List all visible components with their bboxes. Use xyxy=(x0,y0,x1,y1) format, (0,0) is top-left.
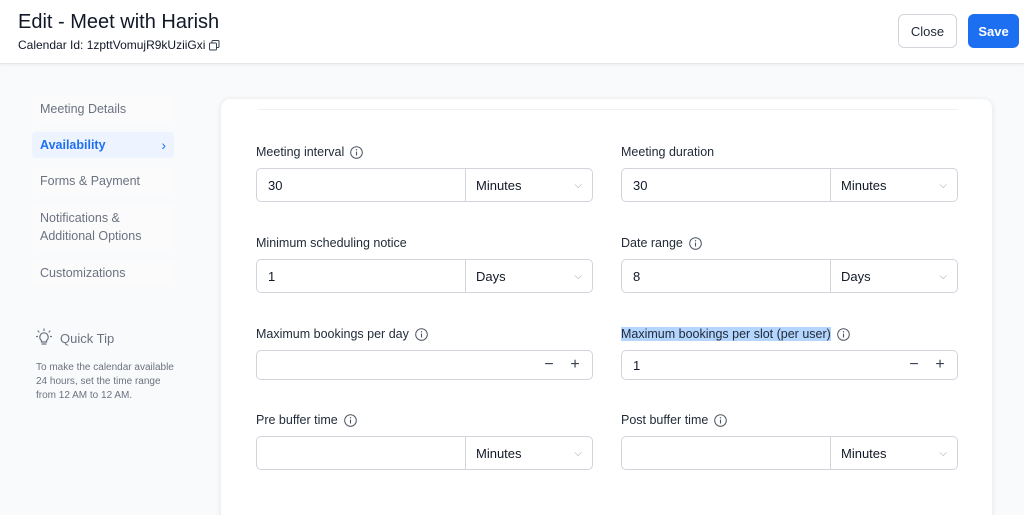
chevron-down-icon: ⌵ xyxy=(939,270,947,282)
info-icon[interactable] xyxy=(343,413,357,427)
min-notice-field: Minimum scheduling notice 1 Days ⌵ xyxy=(256,234,593,293)
meeting-interval-unit-select[interactable]: Minutes ⌵ xyxy=(466,169,592,201)
max-per-day-stepper[interactable]: − + xyxy=(256,350,593,380)
unit-value: Minutes xyxy=(476,177,522,193)
max-per-slot-value[interactable]: 1 xyxy=(633,358,901,373)
unit-value: Minutes xyxy=(476,445,522,461)
unit-value: Days xyxy=(476,268,506,284)
label-text: Minimum scheduling notice xyxy=(256,236,407,250)
post-buffer-unit-select[interactable]: Minutes ⌵ xyxy=(831,437,957,469)
date-range-input-group: 8 Days ⌵ xyxy=(621,259,958,293)
pre-buffer-input-group: Minutes ⌵ xyxy=(256,436,593,470)
post-buffer-input-group: Minutes ⌵ xyxy=(621,436,958,470)
decrement-button[interactable]: − xyxy=(901,356,927,374)
unit-value: Minutes xyxy=(841,445,887,461)
sidebar-item-label: Notifications & Additional Options xyxy=(40,211,142,243)
divider xyxy=(258,109,958,110)
copy-icon[interactable] xyxy=(209,39,220,51)
chevron-down-icon: ⌵ xyxy=(574,270,582,282)
increment-button[interactable]: + xyxy=(927,356,953,374)
increment-button[interactable]: + xyxy=(562,356,588,374)
meeting-interval-input[interactable]: 30 xyxy=(257,169,466,201)
pre-buffer-label: Pre buffer time xyxy=(256,411,593,429)
min-notice-unit-select[interactable]: Days ⌵ xyxy=(466,260,592,292)
quick-tip-text: To make the calendar available 24 hours,… xyxy=(36,362,174,401)
sidebar-item-availability[interactable]: Availability › xyxy=(32,132,174,158)
lightbulb-icon xyxy=(35,328,53,349)
chevron-down-icon: ⌵ xyxy=(939,447,947,459)
max-per-slot-stepper[interactable]: 1 − + xyxy=(621,350,958,380)
info-icon[interactable] xyxy=(415,327,428,341)
quick-tip-title: Quick Tip xyxy=(60,331,115,346)
sidebar-item-label: Meeting Details xyxy=(40,102,127,116)
meeting-duration-label: Meeting duration xyxy=(621,143,958,161)
unit-value: Minutes xyxy=(841,177,887,193)
page-title: Edit - Meet with Harish xyxy=(18,11,220,33)
date-range-label: Date range xyxy=(621,234,958,252)
label-text: Meeting interval xyxy=(256,145,345,159)
date-range-unit-select[interactable]: Days ⌵ xyxy=(831,260,957,292)
close-button[interactable]: Close xyxy=(898,14,957,48)
meeting-interval-input-group: 30 Minutes ⌵ xyxy=(256,168,593,202)
chevron-down-icon: ⌵ xyxy=(574,447,582,459)
max-per-day-label: Maximum bookings per day xyxy=(256,325,593,343)
label-text: Date range xyxy=(621,236,683,250)
page-header: Edit - Meet with Harish Calendar Id: 1zp… xyxy=(0,0,1024,64)
quick-tip: Quick Tip To make the calendar available… xyxy=(35,328,176,403)
label-text: Meeting duration xyxy=(621,145,715,159)
sidebar-item-notifications[interactable]: Notifications & Additional Options xyxy=(32,204,174,250)
meeting-duration-input-group: 30 Minutes ⌵ xyxy=(621,168,958,202)
calendar-id-text: Calendar Id: 1zpttVomujR9kUziiGxi xyxy=(18,38,206,52)
chevron-right-icon: › xyxy=(161,137,166,153)
post-buffer-field: Post buffer time Minutes ⌵ xyxy=(621,411,958,470)
sidebar-item-label: Customizations xyxy=(40,266,126,280)
info-icon[interactable] xyxy=(689,236,702,250)
info-icon[interactable] xyxy=(836,327,850,341)
sidebar-nav: Meeting Details Availability › Forms & P… xyxy=(32,96,174,296)
save-button[interactable]: Save xyxy=(968,14,1019,48)
sidebar-item-meeting-details[interactable]: Meeting Details xyxy=(32,96,174,122)
min-notice-input[interactable]: 1 xyxy=(257,260,466,292)
pre-buffer-unit-select[interactable]: Minutes ⌵ xyxy=(466,437,592,469)
label-text: Maximum bookings per day xyxy=(256,327,409,341)
pre-buffer-field: Pre buffer time Minutes ⌵ xyxy=(256,411,593,470)
pre-buffer-input[interactable] xyxy=(257,437,466,469)
quick-tip-header: Quick Tip xyxy=(35,328,176,349)
min-notice-label: Minimum scheduling notice xyxy=(256,234,593,252)
meeting-duration-input[interactable]: 30 xyxy=(622,169,831,201)
availability-card: Meeting interval 30 Minutes ⌵ Meeting du… xyxy=(220,98,993,515)
decrement-button[interactable]: − xyxy=(536,356,562,374)
meeting-duration-field: Meeting duration 30 Minutes ⌵ xyxy=(621,143,958,202)
chevron-down-icon: ⌵ xyxy=(939,179,947,191)
max-per-slot-label: Maximum bookings per slot (per user) xyxy=(621,325,958,343)
date-range-input[interactable]: 8 xyxy=(622,260,831,292)
sidebar-item-customizations[interactable]: Customizations xyxy=(32,260,174,286)
meeting-interval-field: Meeting interval 30 Minutes ⌵ xyxy=(256,143,593,202)
label-text: Maximum bookings per slot (per user) xyxy=(621,327,831,341)
date-range-field: Date range 8 Days ⌵ xyxy=(621,234,958,293)
meeting-interval-label: Meeting interval xyxy=(256,143,593,161)
info-icon[interactable] xyxy=(714,413,728,427)
chevron-down-icon: ⌵ xyxy=(574,179,582,191)
label-text: Post buffer time xyxy=(621,413,709,427)
max-per-slot-field: Maximum bookings per slot (per user) 1 −… xyxy=(621,325,958,380)
sidebar-item-label: Availability xyxy=(40,138,106,152)
calendar-id: Calendar Id: 1zpttVomujR9kUziiGxi xyxy=(18,38,220,52)
label-text: Pre buffer time xyxy=(256,413,338,427)
post-buffer-input[interactable] xyxy=(622,437,831,469)
sidebar-item-label: Forms & Payment xyxy=(40,174,141,188)
max-per-day-field: Maximum bookings per day − + xyxy=(256,325,593,380)
min-notice-input-group: 1 Days ⌵ xyxy=(256,259,593,293)
unit-value: Days xyxy=(841,268,871,284)
sidebar-item-forms-payment[interactable]: Forms & Payment xyxy=(32,168,174,194)
meeting-duration-unit-select[interactable]: Minutes ⌵ xyxy=(831,169,957,201)
post-buffer-label: Post buffer time xyxy=(621,411,958,429)
info-icon[interactable] xyxy=(350,145,364,159)
